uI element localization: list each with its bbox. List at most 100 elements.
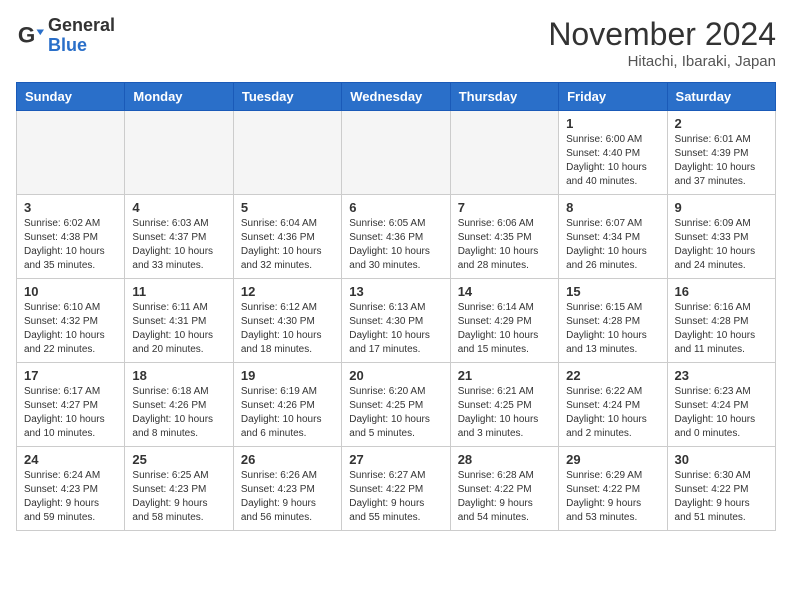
day-number: 10 (24, 284, 117, 299)
calendar-day-cell: 26 Sunrise: 6:26 AM Sunset: 4:23 PM Dayli… (233, 447, 341, 531)
day-info: Sunrise: 6:24 AM Sunset: 4:23 PM Dayligh… (24, 469, 117, 525)
calendar-day-header: Wednesday (342, 83, 450, 111)
calendar-day-cell: 20 Sunrise: 6:20 AM Sunset: 4:25 PM Dayli… (342, 363, 450, 447)
day-number: 22 (566, 368, 659, 383)
day-number: 18 (132, 368, 225, 383)
day-info: Sunrise: 6:09 AM Sunset: 4:33 PM Dayligh… (675, 217, 768, 273)
title-area: November 2024 Hitachi, Ibaraki, Japan (548, 16, 776, 70)
calendar-day-header: Saturday (667, 83, 775, 111)
day-number: 24 (24, 452, 117, 467)
day-number: 20 (349, 368, 442, 383)
calendar-week-row: 1 Sunrise: 6:00 AM Sunset: 4:40 PM Daylig… (17, 111, 776, 195)
calendar-day-cell (450, 111, 558, 195)
calendar-day-cell (342, 111, 450, 195)
day-info: Sunrise: 6:10 AM Sunset: 4:32 PM Dayligh… (24, 301, 117, 357)
day-info: Sunrise: 6:30 AM Sunset: 4:22 PM Dayligh… (675, 469, 768, 525)
calendar-day-cell: 21Sunrise: 6:21 AM Sunset: 4:25 PM Dayli… (450, 363, 558, 447)
day-info: Sunrise: 6:03 AM Sunset: 4:37 PM Dayligh… (132, 217, 225, 273)
page-header: G General Blue November 2024 Hitachi, Ib… (16, 16, 776, 70)
day-info: Sunrise: 6:18 AM Sunset: 4:26 PM Dayligh… (132, 385, 225, 441)
day-info: Sunrise: 6:06 AM Sunset: 4:35 PM Dayligh… (458, 217, 551, 273)
day-number: 5 (241, 200, 334, 215)
day-number: 8 (566, 200, 659, 215)
svg-text:G: G (18, 22, 35, 47)
day-info: Sunrise: 6:26 AM Sunset: 4:23 PM Dayligh… (241, 469, 334, 525)
calendar-day-cell: 12Sunrise: 6:12 AM Sunset: 4:30 PM Dayli… (233, 279, 341, 363)
day-info: Sunrise: 6:23 AM Sunset: 4:24 PM Dayligh… (675, 385, 768, 441)
day-info: Sunrise: 6:17 AM Sunset: 4:27 PM Dayligh… (24, 385, 117, 441)
day-number: 12 (241, 284, 334, 299)
day-number: 26 (241, 452, 334, 467)
calendar-day-cell: 16Sunrise: 6:16 AM Sunset: 4:28 PM Dayli… (667, 279, 775, 363)
day-number: 23 (675, 368, 768, 383)
day-info: Sunrise: 6:19 AM Sunset: 4:26 PM Dayligh… (241, 385, 334, 441)
day-number: 17 (24, 368, 117, 383)
day-info: Sunrise: 6:04 AM Sunset: 4:36 PM Dayligh… (241, 217, 334, 273)
day-info: Sunrise: 6:22 AM Sunset: 4:24 PM Dayligh… (566, 385, 659, 441)
calendar-day-cell: 23 Sunrise: 6:23 AM Sunset: 4:24 PM Dayli… (667, 363, 775, 447)
calendar-day-cell: 7 Sunrise: 6:06 AM Sunset: 4:35 PM Daylig… (450, 195, 558, 279)
day-info: Sunrise: 6:14 AM Sunset: 4:29 PM Dayligh… (458, 301, 551, 357)
day-number: 29 (566, 452, 659, 467)
calendar-day-cell: 4 Sunrise: 6:03 AM Sunset: 4:37 PM Daylig… (125, 195, 233, 279)
calendar-day-header: Friday (559, 83, 667, 111)
day-number: 4 (132, 200, 225, 215)
day-number: 25 (132, 452, 225, 467)
calendar-day-cell: 11Sunrise: 6:11 AM Sunset: 4:31 PM Dayli… (125, 279, 233, 363)
location: Hitachi, Ibaraki, Japan (548, 53, 776, 70)
day-info: Sunrise: 6:13 AM Sunset: 4:30 PM Dayligh… (349, 301, 442, 357)
day-number: 11 (132, 284, 225, 299)
day-info: Sunrise: 6:02 AM Sunset: 4:38 PM Dayligh… (24, 217, 117, 273)
calendar-day-cell: 29Sunrise: 6:29 AM Sunset: 4:22 PM Dayli… (559, 447, 667, 531)
logo: G General Blue (16, 16, 115, 56)
logo-icon: G (16, 22, 44, 50)
calendar-day-cell: 18 Sunrise: 6:18 AM Sunset: 4:26 PM Dayli… (125, 363, 233, 447)
calendar-week-row: 3 Sunrise: 6:02 AM Sunset: 4:38 PM Daylig… (17, 195, 776, 279)
day-info: Sunrise: 6:20 AM Sunset: 4:25 PM Dayligh… (349, 385, 442, 441)
calendar-day-cell: 14Sunrise: 6:14 AM Sunset: 4:29 PM Dayli… (450, 279, 558, 363)
day-number: 16 (675, 284, 768, 299)
day-number: 1 (566, 116, 659, 131)
calendar-day-cell: 2 Sunrise: 6:01 AM Sunset: 4:39 PM Daylig… (667, 111, 775, 195)
calendar-day-header: Tuesday (233, 83, 341, 111)
calendar-day-cell: 3 Sunrise: 6:02 AM Sunset: 4:38 PM Daylig… (17, 195, 125, 279)
calendar-day-header: Thursday (450, 83, 558, 111)
day-number: 19 (241, 368, 334, 383)
calendar-day-cell: 13 Sunrise: 6:13 AM Sunset: 4:30 PM Dayli… (342, 279, 450, 363)
day-number: 28 (458, 452, 551, 467)
day-number: 3 (24, 200, 117, 215)
logo-general-text: General (48, 16, 115, 36)
calendar-header-row: SundayMondayTuesdayWednesdayThursdayFrid… (17, 83, 776, 111)
calendar-day-cell: 19 Sunrise: 6:19 AM Sunset: 4:26 PM Dayli… (233, 363, 341, 447)
calendar-day-header: Sunday (17, 83, 125, 111)
day-info: Sunrise: 6:27 AM Sunset: 4:22 PM Dayligh… (349, 469, 442, 525)
calendar-day-cell: 6 Sunrise: 6:05 AM Sunset: 4:36 PM Daylig… (342, 195, 450, 279)
day-number: 13 (349, 284, 442, 299)
day-info: Sunrise: 6:28 AM Sunset: 4:22 PM Dayligh… (458, 469, 551, 525)
calendar-day-cell: 27Sunrise: 6:27 AM Sunset: 4:22 PM Dayli… (342, 447, 450, 531)
day-number: 7 (458, 200, 551, 215)
calendar-day-cell: 1 Sunrise: 6:00 AM Sunset: 4:40 PM Daylig… (559, 111, 667, 195)
logo-blue-text: Blue (48, 36, 115, 56)
calendar-day-cell (125, 111, 233, 195)
day-info: Sunrise: 6:21 AM Sunset: 4:25 PM Dayligh… (458, 385, 551, 441)
day-number: 2 (675, 116, 768, 131)
calendar-day-cell (17, 111, 125, 195)
calendar-week-row: 10 Sunrise: 6:10 AM Sunset: 4:32 PM Dayli… (17, 279, 776, 363)
calendar-table: SundayMondayTuesdayWednesdayThursdayFrid… (16, 82, 776, 531)
day-number: 30 (675, 452, 768, 467)
calendar-day-cell: 8 Sunrise: 6:07 AM Sunset: 4:34 PM Daylig… (559, 195, 667, 279)
calendar-day-cell: 17 Sunrise: 6:17 AM Sunset: 4:27 PM Dayli… (17, 363, 125, 447)
day-info: Sunrise: 6:01 AM Sunset: 4:39 PM Dayligh… (675, 133, 768, 189)
calendar-day-cell: 25Sunrise: 6:25 AM Sunset: 4:23 PM Dayli… (125, 447, 233, 531)
day-number: 6 (349, 200, 442, 215)
day-info: Sunrise: 6:05 AM Sunset: 4:36 PM Dayligh… (349, 217, 442, 273)
calendar-week-row: 24 Sunrise: 6:24 AM Sunset: 4:23 PM Dayli… (17, 447, 776, 531)
day-info: Sunrise: 6:15 AM Sunset: 4:28 PM Dayligh… (566, 301, 659, 357)
day-info: Sunrise: 6:00 AM Sunset: 4:40 PM Dayligh… (566, 133, 659, 189)
calendar-week-row: 17 Sunrise: 6:17 AM Sunset: 4:27 PM Dayli… (17, 363, 776, 447)
day-info: Sunrise: 6:07 AM Sunset: 4:34 PM Dayligh… (566, 217, 659, 273)
calendar-day-cell (233, 111, 341, 195)
calendar-day-cell: 5 Sunrise: 6:04 AM Sunset: 4:36 PM Daylig… (233, 195, 341, 279)
calendar-day-cell: 28 Sunrise: 6:28 AM Sunset: 4:22 PM Dayli… (450, 447, 558, 531)
